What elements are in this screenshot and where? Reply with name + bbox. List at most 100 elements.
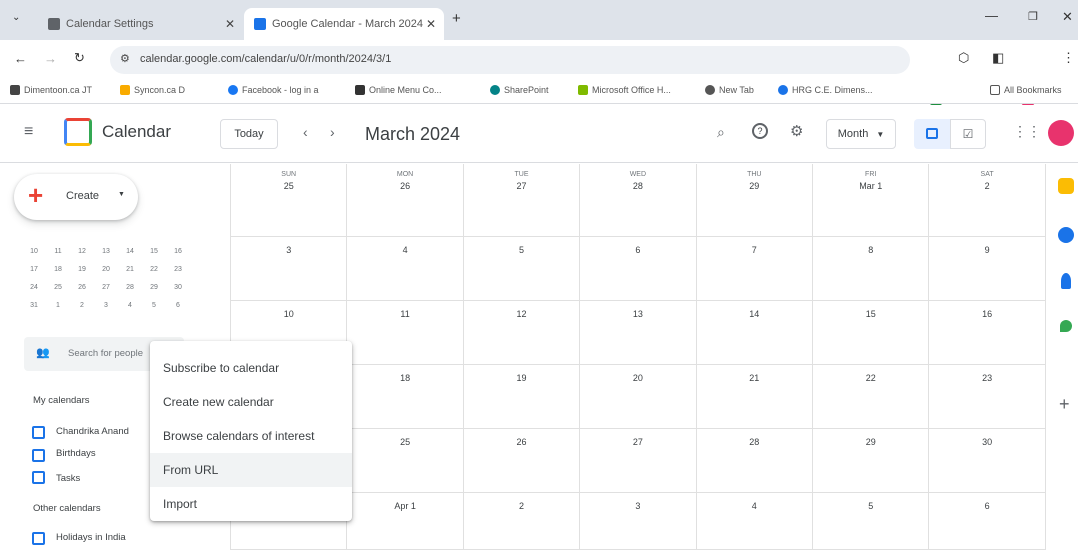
next-month-icon[interactable]: › xyxy=(330,124,335,140)
day-cell[interactable]: FRI Mar 1 xyxy=(813,164,930,237)
day-cell[interactable]: 29 xyxy=(813,429,930,493)
day-number[interactable]: 19 xyxy=(464,373,579,383)
keep-icon[interactable] xyxy=(1058,178,1074,194)
help-icon[interactable]: ? xyxy=(752,123,768,139)
close-tab-icon[interactable]: ✕ xyxy=(426,17,436,31)
new-tab-icon[interactable]: + xyxy=(452,10,461,27)
menu-item-import[interactable]: Import xyxy=(150,487,352,521)
day-number[interactable]: 14 xyxy=(697,309,812,319)
mini-calendar-day[interactable]: 15 xyxy=(145,248,163,255)
main-menu-icon[interactable]: ≡ xyxy=(24,123,33,141)
day-number[interactable]: 26 xyxy=(347,181,462,191)
mini-calendar-day[interactable]: 21 xyxy=(121,266,139,273)
view-switcher-dropdown[interactable]: Month ▼ xyxy=(826,119,896,149)
day-cell[interactable]: SAT 2 xyxy=(929,164,1046,237)
day-number[interactable]: 29 xyxy=(813,437,928,447)
tasks-view-toggle-icon[interactable]: ☑ xyxy=(950,119,986,149)
bookmark-item[interactable]: Online Menu Co... xyxy=(355,85,442,95)
mini-calendar-day[interactable]: 11 xyxy=(49,248,67,255)
day-number[interactable]: 4 xyxy=(697,501,812,511)
day-number[interactable]: 10 xyxy=(231,309,346,319)
bookmark-item[interactable]: New Tab xyxy=(705,85,754,95)
mini-calendar-day[interactable]: 6 xyxy=(169,302,187,309)
menu-item-from-url[interactable]: From URL xyxy=(150,453,352,487)
day-number[interactable]: 7 xyxy=(697,245,812,255)
puzzle-extensions-icon[interactable]: ⬡ xyxy=(958,50,969,66)
day-cell[interactable]: 9 xyxy=(929,237,1046,301)
mini-calendar-day[interactable]: 27 xyxy=(97,284,115,291)
bookmark-item[interactable]: All Bookmarks xyxy=(990,85,1062,95)
day-cell[interactable]: 6 xyxy=(929,493,1046,550)
today-button[interactable]: Today xyxy=(220,119,278,149)
day-number[interactable]: 2 xyxy=(929,181,1044,191)
day-cell[interactable]: Apr 1 xyxy=(347,493,464,550)
site-info-icon[interactable]: ⚙ xyxy=(120,52,130,65)
day-cell[interactable]: THU 29 xyxy=(696,164,813,237)
day-cell[interactable]: 8 xyxy=(813,237,930,301)
mini-calendar-day[interactable]: 31 xyxy=(25,302,43,309)
day-number[interactable]: 25 xyxy=(231,181,346,191)
get-add-ons-icon[interactable]: + xyxy=(1059,394,1070,415)
mini-calendar-day[interactable]: 12 xyxy=(73,248,91,255)
day-cell[interactable]: 3 xyxy=(580,493,697,550)
menu-item-create-new-calendar[interactable]: Create new calendar xyxy=(150,385,352,419)
contacts-icon[interactable] xyxy=(1061,273,1071,289)
bookmark-item[interactable]: HRG C.E. Dimens... xyxy=(778,85,873,95)
mini-calendar-day[interactable]: 19 xyxy=(73,266,91,273)
day-number[interactable]: 5 xyxy=(813,501,928,511)
day-number[interactable]: 13 xyxy=(580,309,695,319)
mini-calendar-day[interactable]: 2 xyxy=(73,302,91,309)
day-cell[interactable]: 22 xyxy=(813,365,930,429)
mini-calendar-day[interactable]: 13 xyxy=(97,248,115,255)
my-calendars-heading[interactable]: My calendars xyxy=(33,395,90,406)
day-cell[interactable]: 7 xyxy=(696,237,813,301)
day-number[interactable]: 12 xyxy=(464,309,579,319)
mini-calendar-day[interactable]: 25 xyxy=(49,284,67,291)
bookmark-item[interactable]: Microsoft Office H... xyxy=(578,85,671,95)
mini-calendar-day[interactable]: 5 xyxy=(145,302,163,309)
menu-item-subscribe-to-calendar[interactable]: Subscribe to calendar xyxy=(150,351,352,385)
day-number[interactable]: 2 xyxy=(464,501,579,511)
menu-item-browse-calendars-of-interest[interactable]: Browse calendars of interest xyxy=(150,419,352,453)
day-number[interactable]: 21 xyxy=(697,373,812,383)
calendar-checkbox[interactable] xyxy=(32,426,45,439)
maximize-icon[interactable]: ❐ xyxy=(1028,10,1038,23)
day-cell[interactable]: 12 xyxy=(463,301,581,365)
close-tab-icon[interactable]: ✕ xyxy=(225,17,235,31)
bookmark-item[interactable]: Dimentoon.ca JT xyxy=(10,85,92,95)
day-cell[interactable]: 30 xyxy=(929,429,1046,493)
mini-calendar-day[interactable]: 26 xyxy=(73,284,91,291)
mini-calendar-day[interactable]: 18 xyxy=(49,266,67,273)
day-number[interactable]: 15 xyxy=(813,309,928,319)
mini-calendar-day[interactable]: 22 xyxy=(145,266,163,273)
browser-tab[interactable]: Calendar Settings ✕ xyxy=(38,8,243,40)
day-cell[interactable]: TUE 27 xyxy=(463,164,581,237)
calendar-view-toggle-icon[interactable] xyxy=(914,119,950,149)
mini-calendar-day[interactable]: 20 xyxy=(97,266,115,273)
browser-menu-icon[interactable]: ⋮ xyxy=(1062,50,1075,66)
day-cell[interactable]: 27 xyxy=(580,429,697,493)
mini-calendar-day[interactable]: 3 xyxy=(97,302,115,309)
close-window-icon[interactable]: ✕ xyxy=(1062,9,1073,25)
calendar-checkbox[interactable] xyxy=(32,532,45,545)
day-number[interactable]: 11 xyxy=(347,309,462,319)
day-cell[interactable]: 19 xyxy=(463,365,581,429)
search-icon[interactable]: ⌕ xyxy=(717,124,725,141)
day-cell[interactable]: 18 xyxy=(347,365,464,429)
day-number[interactable]: 22 xyxy=(813,373,928,383)
day-number[interactable]: 28 xyxy=(697,437,812,447)
day-number[interactable]: 30 xyxy=(929,437,1044,447)
day-number[interactable]: 6 xyxy=(929,501,1044,511)
day-number[interactable]: 29 xyxy=(697,181,812,191)
day-number[interactable]: 27 xyxy=(464,181,579,191)
day-cell[interactable]: 11 xyxy=(347,301,464,365)
calendar-checkbox[interactable] xyxy=(32,449,45,462)
day-cell[interactable]: 13 xyxy=(580,301,697,365)
previous-month-icon[interactable]: ‹ xyxy=(303,124,308,140)
day-cell[interactable]: 4 xyxy=(696,493,813,550)
mini-calendar-day[interactable]: 28 xyxy=(121,284,139,291)
day-number[interactable]: 3 xyxy=(580,501,695,511)
day-number[interactable]: 23 xyxy=(929,373,1044,383)
day-number[interactable]: 27 xyxy=(580,437,695,447)
bookmark-item[interactable]: Syncon.ca D xyxy=(120,85,185,95)
